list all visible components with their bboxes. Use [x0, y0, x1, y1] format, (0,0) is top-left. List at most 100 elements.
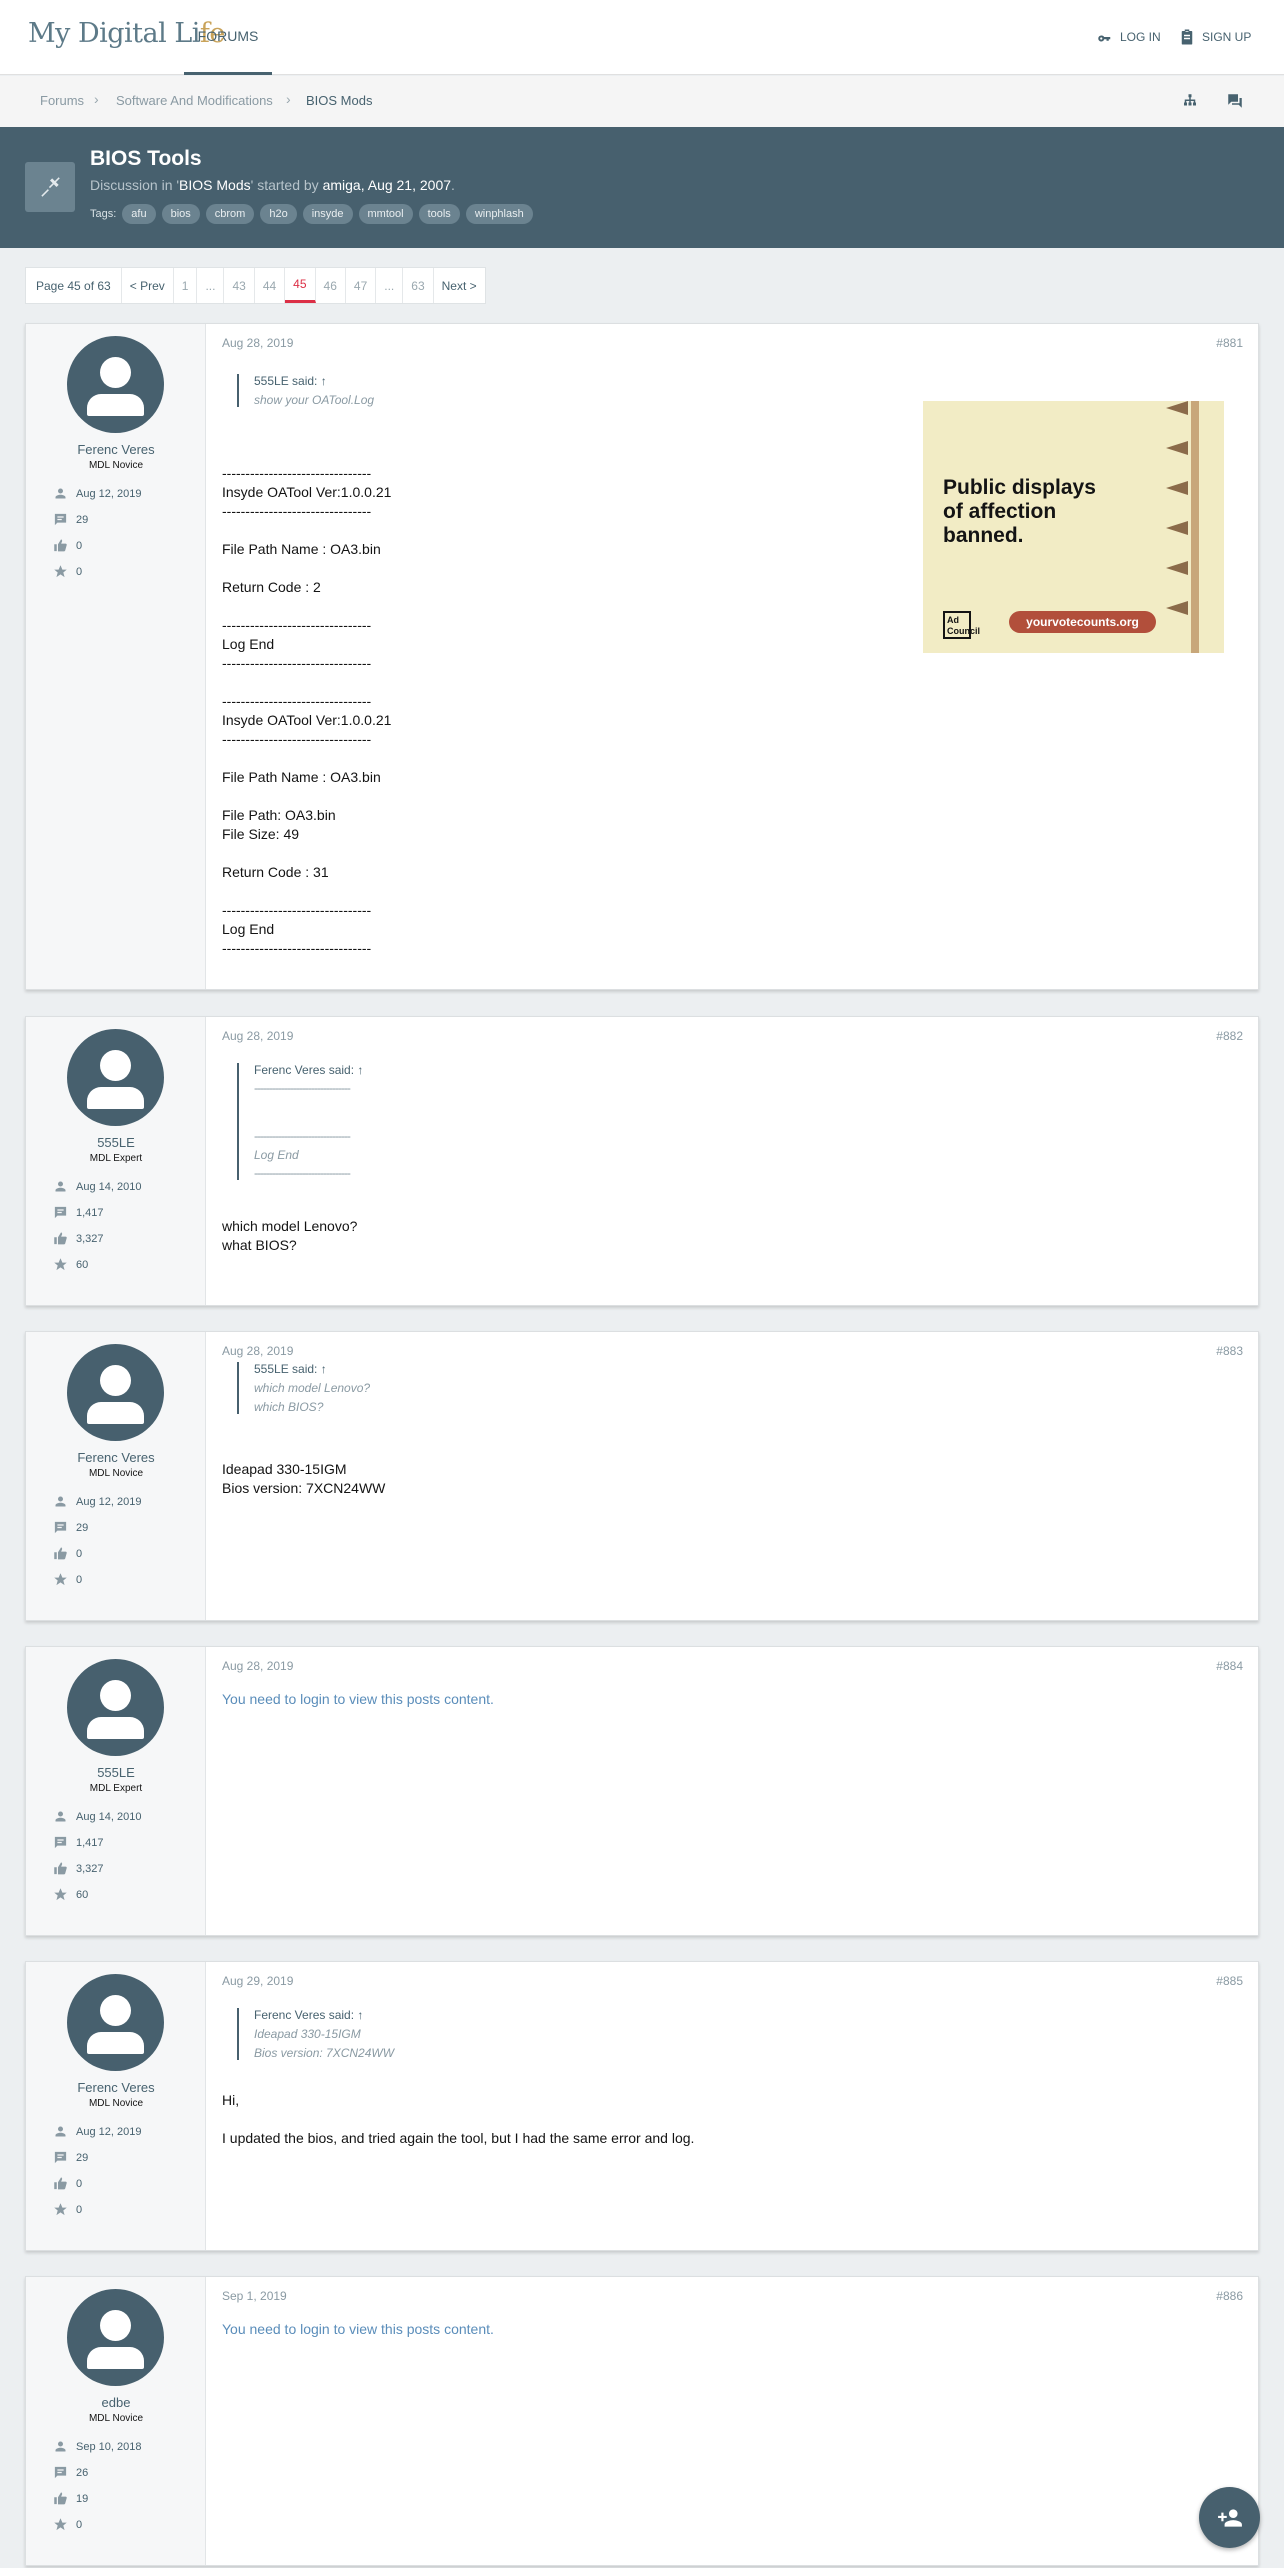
ad-board: [1191, 401, 1199, 653]
next-page-button[interactable]: Next >: [434, 268, 485, 303]
breadcrumb-software[interactable]: Software And Modifications: [116, 93, 273, 108]
thread-subtitle: Discussion in 'BIOS Mods' started by ami…: [90, 177, 455, 193]
page-current[interactable]: 45: [285, 268, 316, 303]
thumbs-up-icon: [54, 1547, 67, 1560]
prev-page-button[interactable]: < Prev: [122, 268, 174, 303]
page-link[interactable]: 43: [224, 268, 255, 303]
page-link[interactable]: 63: [403, 268, 434, 303]
thread-author-link[interactable]: amiga: [323, 177, 361, 193]
quote-text: which model Lenovo?: [254, 1381, 371, 1395]
post-date[interactable]: Sep 1, 2019: [222, 2289, 287, 2303]
post-number[interactable]: #886: [1216, 2289, 1243, 2303]
user-points: 0: [53, 1572, 82, 1587]
post: edbe MDL Novice Sep 10, 2018 26 19 0 Sep…: [25, 2276, 1259, 2566]
page-ellipsis[interactable]: ...: [376, 268, 404, 303]
page-link[interactable]: 44: [255, 268, 286, 303]
avatar[interactable]: [67, 336, 164, 433]
login-required-message[interactable]: You need to login to view this posts con…: [222, 2321, 494, 2337]
post-number[interactable]: #883: [1216, 1344, 1243, 1358]
thread-forum-link[interactable]: BIOS Mods: [179, 177, 251, 193]
tag[interactable]: mmtool: [358, 204, 413, 224]
sitemap-icon[interactable]: [1181, 92, 1199, 110]
tag[interactable]: afu: [122, 204, 156, 224]
star-icon: [54, 2203, 67, 2216]
user-joined: Aug 14, 2010: [53, 1179, 141, 1194]
thumbs-up-icon: [54, 1862, 67, 1875]
quote-text: --------------------------------: [254, 1166, 351, 1180]
page-link[interactable]: 1: [174, 268, 198, 303]
user-points: 60: [53, 1257, 88, 1272]
username[interactable]: Ferenc Veres: [26, 1450, 206, 1465]
user-points: 0: [53, 2517, 82, 2532]
post-date[interactable]: Aug 28, 2019: [222, 1659, 293, 1673]
breadcrumb-separator: ›: [286, 91, 291, 107]
avatar[interactable]: [67, 1974, 164, 2071]
quote-block: Ferenc Veres said: ↑ -------------------…: [237, 1063, 363, 1180]
quote-text: which BIOS?: [254, 1400, 324, 1414]
page-link[interactable]: 47: [346, 268, 377, 303]
avatar[interactable]: [67, 2289, 164, 2386]
ad-arrow: [1166, 601, 1188, 615]
user-title: MDL Novice: [88, 2413, 144, 2424]
thumbs-up-icon: [54, 539, 67, 552]
ad-headline: Public displays of affection banned.: [943, 476, 1096, 547]
avatar[interactable]: [67, 1029, 164, 1126]
post-date[interactable]: Aug 28, 2019: [222, 1344, 293, 1358]
thumbs-up-icon: [54, 2177, 67, 2190]
username[interactable]: Ferenc Veres: [26, 2080, 206, 2095]
user-points: 60: [53, 1887, 88, 1902]
avatar[interactable]: [67, 1659, 164, 1756]
tag[interactable]: winphlash: [465, 204, 533, 224]
login-button[interactable]: LOG IN: [1096, 28, 1161, 46]
message-icon: [54, 2466, 67, 2479]
user-likes: 19: [53, 2491, 88, 2506]
username[interactable]: Ferenc Veres: [26, 442, 206, 457]
post-date[interactable]: Aug 29, 2019: [222, 1974, 293, 1988]
post-date[interactable]: Aug 28, 2019: [222, 1029, 293, 1043]
star-icon: [54, 1258, 67, 1271]
post-message: Hi, I updated the bios, and tried again …: [222, 2092, 695, 2146]
avatar[interactable]: [67, 1344, 164, 1441]
post-number[interactable]: #885: [1216, 1974, 1243, 1988]
quote-author[interactable]: Ferenc Veres said: ↑: [254, 1063, 363, 1077]
thumbs-up-icon: [54, 2492, 67, 2505]
ad-arrow: [1166, 401, 1188, 415]
post-date[interactable]: Aug 28, 2019: [222, 336, 293, 350]
quote-author[interactable]: Ferenc Veres said: ↑: [254, 2008, 394, 2022]
username[interactable]: 555LE: [26, 1135, 206, 1150]
tag[interactable]: tools: [418, 204, 460, 224]
breadcrumb-forums[interactable]: Forums: [40, 93, 84, 108]
signup-button[interactable]: SIGN UP: [1178, 28, 1251, 46]
post-number[interactable]: #881: [1216, 336, 1243, 350]
username[interactable]: 555LE: [26, 1765, 206, 1780]
login-required-message[interactable]: You need to login to view this posts con…: [222, 1691, 494, 1707]
chat-icon[interactable]: [1226, 92, 1244, 110]
tag[interactable]: h2o: [260, 204, 297, 224]
add-user-button[interactable]: [1199, 2487, 1260, 2548]
post-number[interactable]: #884: [1216, 1659, 1243, 1673]
quote-author[interactable]: 555LE said: ↑: [254, 1362, 370, 1376]
person-icon: [55, 2441, 66, 2452]
clipboard-icon: [1181, 29, 1193, 45]
post: Ferenc Veres MDL Novice Aug 12, 2019 29 …: [25, 1961, 1259, 2251]
user-messages: 29: [53, 512, 88, 527]
page-link[interactable]: 46: [316, 268, 346, 303]
page-ellipsis[interactable]: ...: [197, 268, 225, 303]
tag[interactable]: insyde: [302, 204, 353, 224]
quote-author[interactable]: 555LE said: ↑: [254, 374, 374, 388]
top-bar: My Digital Life FORUMS LOG IN SIGN UP: [0, 0, 1284, 75]
tag[interactable]: bios: [161, 204, 200, 224]
user-points: 0: [53, 564, 82, 579]
wrench-icon: [41, 177, 60, 197]
username[interactable]: edbe: [26, 2395, 206, 2410]
breadcrumb-bios-mods[interactable]: BIOS Mods: [306, 93, 372, 108]
thread-tags: Tags: afu bios cbrom h2o insyde mmtool t…: [90, 204, 533, 224]
quote-text: Log End: [254, 1148, 299, 1162]
nav-forums-tab[interactable]: FORUMS: [184, 0, 272, 75]
ad-banner[interactable]: Public displays of affection banned. Ad Co…: [923, 401, 1224, 653]
tag[interactable]: cbrom: [205, 204, 255, 224]
user-title: MDL Expert: [89, 1783, 143, 1794]
page-label: Page 45 of 63: [26, 268, 122, 303]
post-number[interactable]: #882: [1216, 1029, 1243, 1043]
user-likes: 3,327: [53, 1861, 104, 1876]
